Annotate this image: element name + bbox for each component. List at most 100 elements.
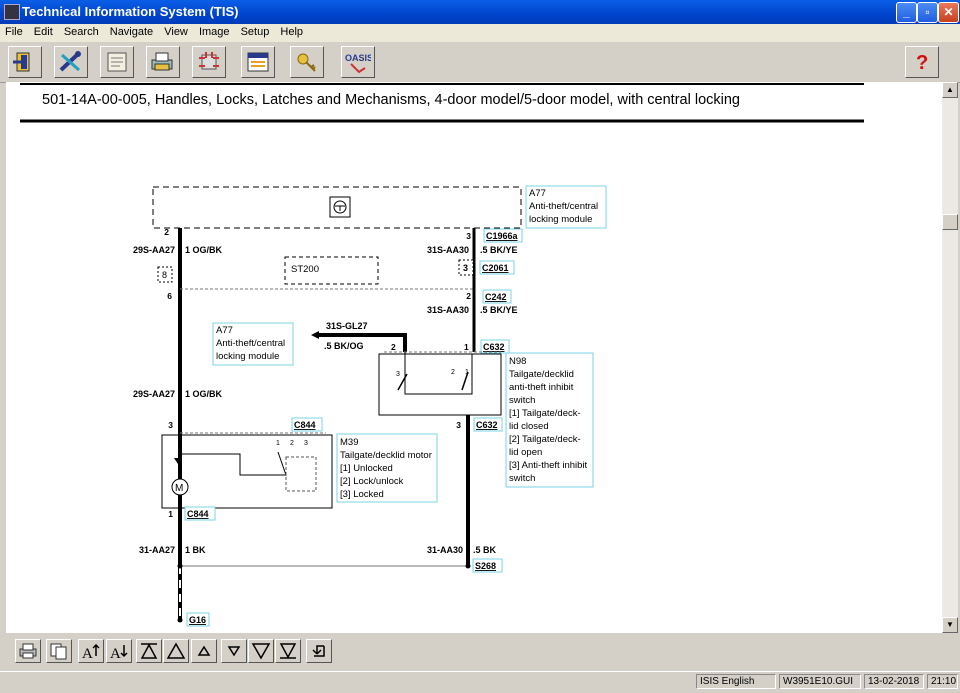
splice-s268-dot: [465, 563, 471, 569]
menu-setup[interactable]: Setup: [236, 24, 273, 38]
connector-c844-top: C844: [294, 420, 316, 430]
line-up-icon: [197, 645, 211, 656]
wire-left-bottom-color: 1 BK: [185, 545, 206, 555]
line-up-button[interactable]: [191, 639, 217, 663]
status-file: W3951E10.GUI: [779, 674, 861, 689]
status-bar: ISIS English W3951E10.GUI 13-02-2018 21:…: [0, 671, 960, 693]
network-button[interactable]: [192, 46, 226, 78]
menu-navigate[interactable]: Navigate: [105, 24, 156, 38]
n98-switch-1: 1: [465, 369, 469, 376]
notes-button[interactable]: [100, 46, 134, 78]
ground-left-dot: [177, 563, 183, 569]
scroll-up-icon[interactable]: ▲: [942, 82, 958, 98]
n98-line-2: switch: [509, 395, 535, 406]
wire-gl-id: 31S-GL27: [326, 321, 368, 331]
module-a77-box: [152, 186, 522, 229]
pin-1-m39: 1: [168, 509, 173, 519]
notes-icon: [107, 52, 127, 72]
exit-icon: [13, 52, 30, 72]
wire-right-top-color: .5 BK/YE: [480, 245, 518, 255]
calendar-button[interactable]: [241, 46, 275, 78]
navigation-toolbar: A A: [0, 633, 960, 671]
m39-line-2: [2] Lock/unlock: [340, 476, 404, 487]
copy-button[interactable]: [46, 639, 72, 663]
last-page-button[interactable]: [275, 639, 301, 663]
n98-line-0: Tailgate/decklid: [509, 369, 574, 380]
wire-right-mid-color: .5 BK/YE: [480, 305, 518, 315]
a77-left-code: A77: [216, 325, 233, 336]
status-time: 21:10: [927, 674, 958, 689]
font-larger-button[interactable]: A: [78, 639, 104, 663]
first-page-button[interactable]: [136, 639, 162, 663]
pin-2-n98: 2: [391, 342, 396, 352]
last-page-icon: [279, 643, 297, 659]
font-smaller-icon: A: [110, 645, 128, 660]
line-down-button[interactable]: [221, 639, 247, 663]
n98-line-6: lid open: [509, 447, 542, 458]
help-icon: ?: [916, 52, 928, 74]
m39-line-0: Tailgate/decklid motor: [340, 450, 432, 461]
pin-3-c632: 3: [456, 420, 461, 430]
splice-st200: ST200: [291, 264, 319, 275]
splice-s268: S268: [475, 561, 496, 571]
status-language: ISIS English: [696, 674, 776, 689]
print-button[interactable]: [15, 639, 41, 663]
tools-button[interactable]: [54, 46, 88, 78]
pin-3-c2061: 3: [463, 263, 468, 273]
pin-8: 8: [162, 270, 167, 280]
scroll-thumb[interactable]: [942, 214, 958, 230]
menu-image[interactable]: Image: [194, 24, 233, 38]
oasis-button[interactable]: OASIS: [341, 46, 375, 78]
n98-switch-contacts: [397, 371, 469, 391]
oasis-label: OASIS: [345, 53, 371, 63]
a77-top-line1: Anti-theft/central: [529, 201, 598, 212]
module-a77-symbol-mark: [335, 205, 345, 211]
window-title: Technical Information System (TIS): [22, 4, 239, 19]
motor-symbol-label: M: [175, 483, 183, 494]
menu-help[interactable]: Help: [275, 24, 306, 38]
minimize-button[interactable]: _: [896, 2, 917, 23]
menu-edit[interactable]: Edit: [29, 24, 56, 38]
pin-3-m39: 3: [168, 420, 173, 430]
n98-line-4: lid closed: [509, 421, 549, 432]
scroll-down-icon[interactable]: ▼: [942, 617, 958, 633]
help-label: ?: [916, 52, 928, 74]
wire-right-mid-id: 31S-AA30: [427, 305, 469, 315]
m39-internal-wiring: [180, 451, 287, 476]
a77-left-line2: locking module: [216, 351, 279, 362]
menu-bar: File Edit Search Navigate View Image Set…: [0, 24, 960, 42]
printer-button[interactable]: [146, 46, 180, 78]
pin-3-top: 3: [466, 231, 471, 241]
wire-left-top-id: 29S-AA27: [133, 245, 175, 255]
a77-top-line2: locking module: [529, 214, 592, 225]
help-button[interactable]: ?: [905, 46, 939, 78]
close-button[interactable]: ✕: [938, 2, 959, 23]
n98-switch-3: 3: [396, 371, 400, 378]
n98-switch-box: [378, 353, 502, 416]
main-toolbar: OASIS ?: [0, 42, 960, 83]
wire-right-top-id: 31S-AA30: [427, 245, 469, 255]
n98-switch-2: 2: [451, 369, 455, 376]
vertical-scrollbar[interactable]: ▲ ▼: [942, 82, 958, 633]
m39-line-1: [1] Unlocked: [340, 463, 393, 474]
menu-view[interactable]: View: [159, 24, 191, 38]
pin-6: 6: [167, 291, 172, 301]
app-icon: [4, 4, 20, 20]
m39-line-3: [3] Locked: [340, 489, 384, 500]
oasis-icon: OASIS: [345, 53, 371, 74]
wire-left-top-color: 1 OG/BK: [185, 245, 223, 255]
wire-left-mid-id: 29S-AA27: [133, 389, 175, 399]
print-icon: [19, 643, 37, 659]
page-down-button[interactable]: [248, 639, 274, 663]
maximize-button[interactable]: ▫: [917, 2, 938, 23]
exit-button[interactable]: [8, 46, 42, 78]
key-button[interactable]: [290, 46, 324, 78]
connector-c242: C242: [485, 292, 507, 302]
font-larger-icon: A: [82, 643, 100, 660]
font-smaller-button[interactable]: A: [106, 639, 132, 663]
page-up-button[interactable]: [163, 639, 189, 663]
n98-line-5: [2] Tailgate/deck-: [509, 434, 581, 445]
menu-file[interactable]: File: [0, 24, 26, 38]
back-button[interactable]: [306, 639, 332, 663]
menu-search[interactable]: Search: [59, 24, 102, 38]
